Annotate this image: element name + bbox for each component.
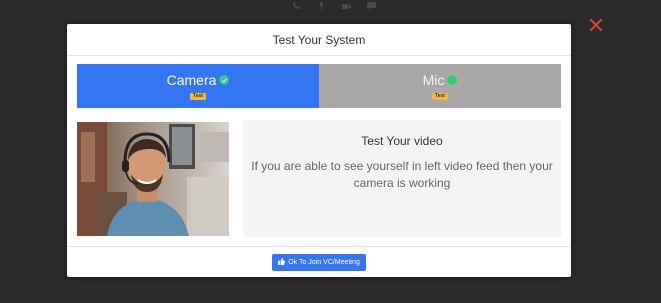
modal-footer: Ok To Join VC/Meeting bbox=[67, 246, 571, 278]
test-system-modal: Test Your System Camera Test Mic Test Te… bbox=[67, 24, 571, 277]
device-tabs: Camera Test Mic Test bbox=[77, 64, 561, 108]
info-panel: Test Your video If you are able to see y… bbox=[243, 120, 561, 237]
thumbs-up-icon bbox=[278, 258, 286, 267]
microphone-icon bbox=[317, 2, 326, 10]
tab-camera-label: Camera bbox=[166, 72, 217, 88]
status-dot-icon bbox=[447, 75, 458, 85]
tab-camera[interactable]: Camera Test bbox=[77, 64, 319, 108]
video-preview bbox=[77, 122, 229, 236]
join-meeting-label: Ok To Join VC/Meeting bbox=[288, 259, 360, 266]
modal-title: Test Your System bbox=[272, 32, 366, 47]
tab-mic[interactable]: Mic Test bbox=[319, 64, 561, 108]
check-icon bbox=[219, 75, 230, 85]
phone-icon bbox=[292, 2, 301, 9]
webcam-feed-image bbox=[77, 122, 229, 236]
chat-icon bbox=[367, 2, 376, 10]
camera-test-badge[interactable]: Test bbox=[190, 93, 206, 100]
info-title: Test Your video bbox=[361, 134, 443, 148]
mic-test-badge[interactable]: Test bbox=[432, 93, 448, 100]
info-text: If you are able to see yourself in left … bbox=[251, 159, 553, 190]
close-icon[interactable] bbox=[588, 17, 604, 33]
background-toolbar bbox=[292, 2, 376, 10]
tab-mic-label: Mic bbox=[422, 72, 445, 88]
modal-header: Test Your System bbox=[67, 24, 571, 56]
join-meeting-button[interactable]: Ok To Join VC/Meeting bbox=[272, 254, 366, 271]
camera-icon bbox=[342, 2, 351, 9]
